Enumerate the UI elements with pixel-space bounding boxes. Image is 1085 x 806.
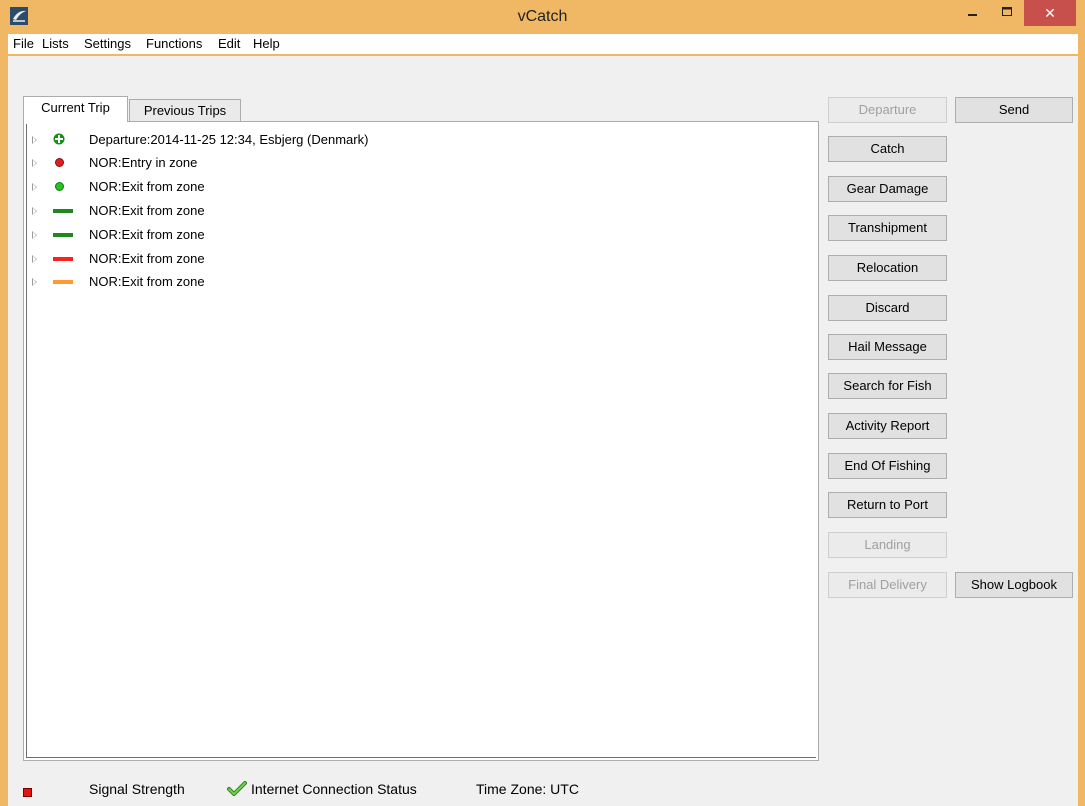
tree-item-exit-zone[interactable]: NOR:Exit from zone [32, 225, 732, 247]
transhipment-button[interactable]: Transhipment [828, 215, 947, 241]
close-button[interactable]: ✕ [1024, 0, 1076, 26]
menu-edit[interactable]: Edit [215, 34, 243, 54]
tree-item-label: NOR:Exit from zone [89, 274, 205, 289]
plus-icon [53, 133, 65, 145]
tab-current-trip[interactable]: Current Trip [23, 96, 128, 122]
final-delivery-button[interactable]: Final Delivery [828, 572, 947, 598]
tree-item-exit-zone[interactable]: NOR:Exit from zone [32, 177, 732, 199]
gear-damage-button[interactable]: Gear Damage [828, 176, 947, 202]
orange-bar-icon [53, 280, 73, 284]
expand-arrow-icon[interactable] [32, 278, 37, 286]
tab-previous-trips[interactable]: Previous Trips [129, 99, 241, 122]
end-of-fishing-button[interactable]: End Of Fishing [828, 453, 947, 479]
time-zone-label: Time Zone: UTC [476, 781, 579, 797]
signal-strength-label: Signal Strength [89, 781, 185, 797]
expand-arrow-icon[interactable] [32, 207, 37, 215]
tree-item-label: NOR:Exit from zone [89, 203, 205, 218]
tree-item-exit-zone[interactable]: NOR:Exit from zone [32, 272, 732, 294]
menu-bar: File Lists Settings Functions Edit Help [8, 34, 1078, 54]
tree-item-label: NOR:Exit from zone [89, 227, 205, 242]
menu-settings[interactable]: Settings [81, 34, 134, 54]
activity-report-button[interactable]: Activity Report [828, 413, 947, 439]
landing-button[interactable]: Landing [828, 532, 947, 558]
tree-item-label: Departure:2014-11-25 12:34, Esbjerg (Den… [89, 132, 369, 147]
signal-indicator-icon [23, 788, 32, 797]
discard-button[interactable]: Discard [828, 295, 947, 321]
expand-arrow-icon[interactable] [32, 255, 37, 263]
tree-item-label: NOR:Entry in zone [89, 155, 198, 170]
tree-item-label: NOR:Exit from zone [89, 251, 205, 266]
menu-file[interactable]: File [10, 34, 37, 54]
menu-help[interactable]: Help [250, 34, 283, 54]
maximize-button[interactable] [990, 0, 1024, 26]
red-dot-icon [55, 158, 64, 167]
hail-message-button[interactable]: Hail Message [828, 334, 947, 360]
tree-item-entry-zone[interactable]: NOR:Entry in zone [32, 153, 732, 175]
title-bar: vCatch ✕ [0, 0, 1085, 34]
send-button[interactable]: Send [955, 97, 1073, 123]
catch-button[interactable]: Catch [828, 136, 947, 162]
expand-arrow-icon[interactable] [32, 159, 37, 167]
internet-connection-status: Internet Connection Status [251, 781, 417, 797]
return-to-port-button[interactable]: Return to Port [828, 492, 947, 518]
maximize-icon [1002, 7, 1012, 16]
close-icon: ✕ [1044, 5, 1056, 21]
expand-arrow-icon[interactable] [32, 231, 37, 239]
green-bar-icon [53, 233, 73, 237]
minimize-button[interactable] [956, 0, 990, 26]
departure-button[interactable]: Departure [828, 97, 947, 123]
minimize-icon [968, 14, 977, 16]
show-logbook-button[interactable]: Show Logbook [955, 572, 1073, 598]
red-bar-icon [53, 257, 73, 261]
tree-item-exit-zone[interactable]: NOR:Exit from zone [32, 249, 732, 271]
window-title: vCatch [517, 8, 568, 25]
menu-lists[interactable]: Lists [39, 34, 72, 54]
green-dot-icon [55, 182, 64, 191]
checkmark-icon [227, 781, 247, 796]
expand-arrow-icon[interactable] [32, 136, 37, 144]
search-for-fish-button[interactable]: Search for Fish [828, 373, 947, 399]
relocation-button[interactable]: Relocation [828, 255, 947, 281]
green-bar-icon [53, 209, 73, 213]
tree-item-exit-zone[interactable]: NOR:Exit from zone [32, 201, 732, 223]
expand-arrow-icon[interactable] [32, 183, 37, 191]
tree-item-label: NOR:Exit from zone [89, 179, 205, 194]
tree-item-departure[interactable]: Departure:2014-11-25 12:34, Esbjerg (Den… [32, 130, 732, 152]
menu-functions[interactable]: Functions [143, 34, 205, 54]
